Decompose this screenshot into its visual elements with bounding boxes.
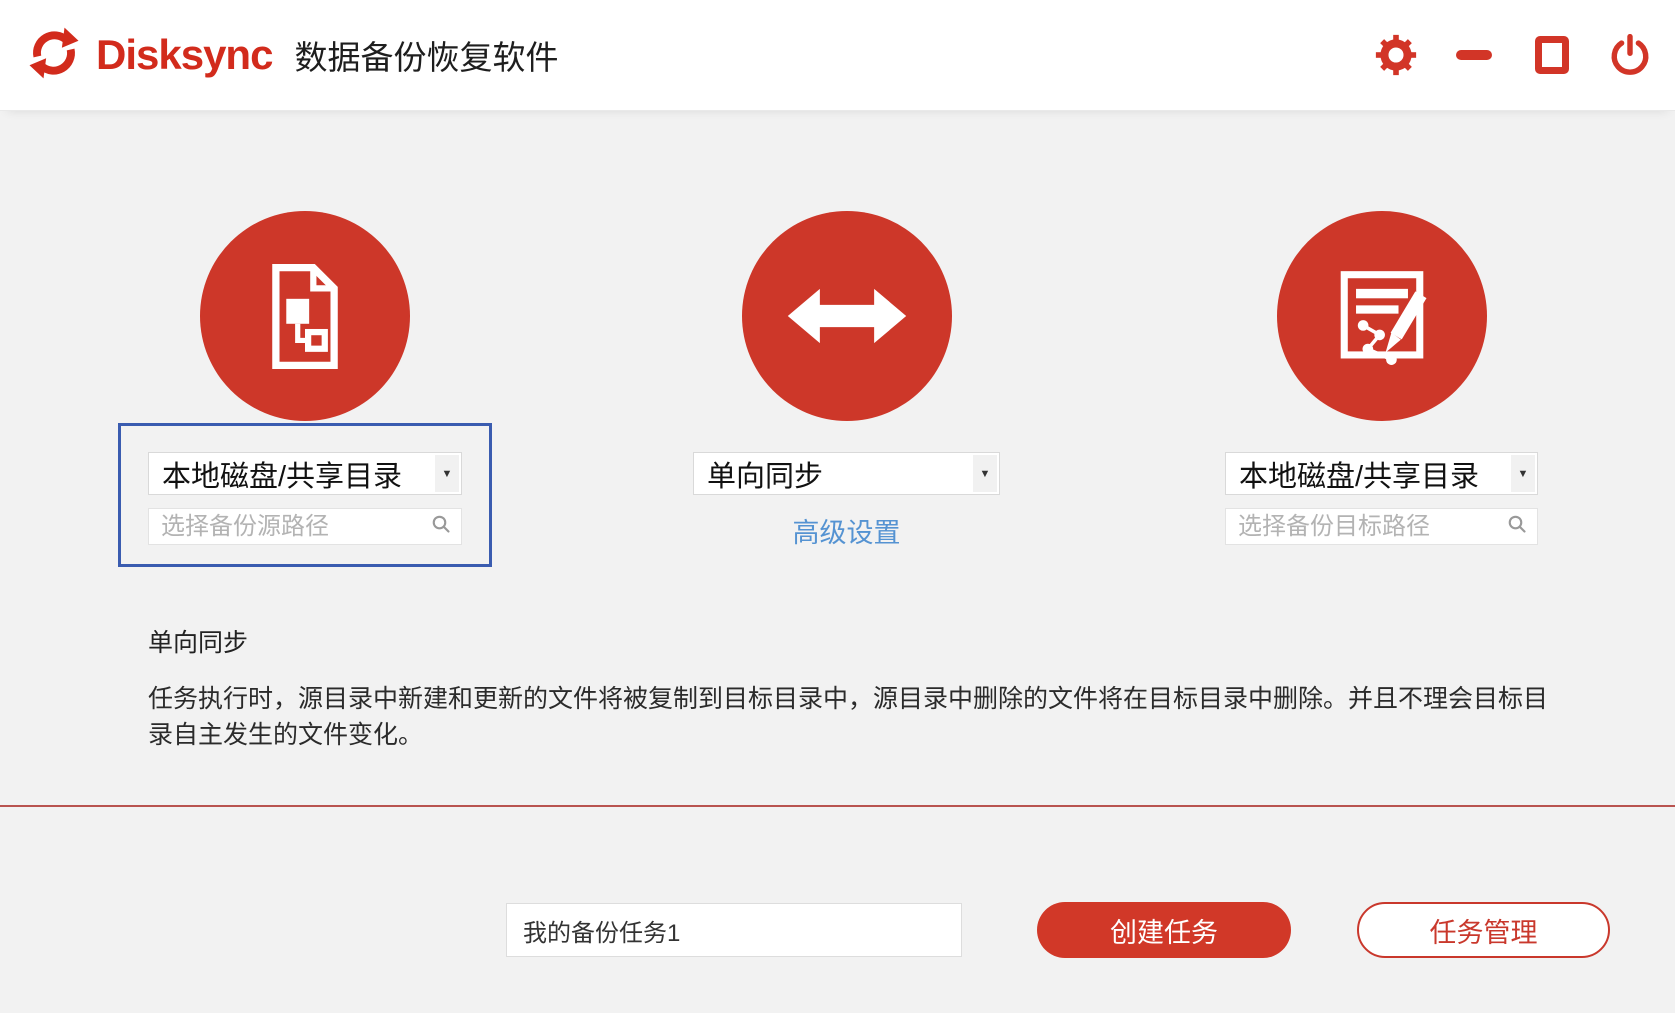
- minimize-bar: [1456, 50, 1492, 60]
- advanced-settings-row: 高级设置: [693, 511, 1000, 550]
- two-way-arrow-icon: [741, 211, 952, 421]
- advanced-settings-link[interactable]: 高级设置: [793, 518, 901, 548]
- source-type-dropdown[interactable]: 本地磁盘/共享目录 ▼: [148, 452, 462, 495]
- source-path-input[interactable]: [149, 512, 431, 541]
- red-divider: [0, 805, 1675, 807]
- source-fields-highlight-box: 本地磁盘/共享目录 ▼: [118, 423, 492, 567]
- footer-action-bar: 创建任务 任务管理: [506, 902, 1675, 958]
- source-column: 本地磁盘/共享目录 ▼: [118, 211, 492, 572]
- target-type-value: 本地磁盘/共享目录: [1239, 460, 1480, 493]
- source-document-icon: [200, 211, 410, 421]
- minimize-icon[interactable]: [1452, 33, 1496, 77]
- target-edit-report-icon: [1276, 211, 1487, 421]
- sync-mode-column: 单向同步 ▼ 高级设置: [663, 211, 1030, 572]
- title-bar: Disksync 数据备份恢复软件: [0, 0, 1675, 110]
- target-type-dropdown[interactable]: 本地磁盘/共享目录 ▼: [1225, 452, 1538, 495]
- target-path-box: [1225, 508, 1538, 545]
- disksync-window: Disksync 数据备份恢复软件 本地磁盘/共享目录 ▼ 选择备份源路径 单向…: [0, 0, 1675, 1013]
- sync-mode-value: 单向同步: [707, 460, 824, 493]
- target-path-input[interactable]: [1226, 512, 1507, 541]
- settings-gear-icon[interactable]: [1374, 33, 1418, 77]
- app-title: 数据备份恢复软件: [294, 39, 559, 76]
- target-column: 本地磁盘/共享目录 ▼: [1195, 211, 1568, 572]
- brand-name: Disksync: [96, 31, 273, 78]
- target-fields: 本地磁盘/共享目录 ▼: [1195, 423, 1568, 567]
- window-controls: [1374, 33, 1652, 77]
- dropdown-arrow-icon: ▼: [1511, 455, 1535, 492]
- search-icon[interactable]: [1507, 514, 1527, 539]
- create-task-button[interactable]: 创建任务: [1037, 902, 1291, 958]
- mode-info-heading: 单向同步: [148, 629, 249, 657]
- sync-logo-icon: [26, 25, 82, 86]
- search-icon[interactable]: [431, 514, 451, 539]
- manage-tasks-button[interactable]: 任务管理: [1357, 902, 1610, 958]
- task-setup-columns: 本地磁盘/共享目录 ▼ 选择备份源路径 单向同步 ▼ 高级设置 本地磁盘/共享目…: [118, 211, 1675, 572]
- dropdown-arrow-icon: ▼: [435, 455, 459, 492]
- mode-info-section: 单向同步 任务执行时，源目录中新建和更新的文件将被复制到目标目录中，源目录中删除…: [148, 623, 1675, 753]
- mode-info-description: 任务执行时，源目录中新建和更新的文件将被复制到目标目录中，源目录中删除的文件将在…: [148, 685, 1549, 749]
- maximize-icon[interactable]: [1530, 33, 1574, 77]
- source-path-box: [148, 508, 462, 545]
- dropdown-arrow-icon: ▼: [973, 455, 997, 492]
- sync-mode-fields: 单向同步 ▼ 高级设置: [663, 423, 1030, 572]
- power-close-icon[interactable]: [1608, 33, 1652, 77]
- source-type-value: 本地磁盘/共享目录: [162, 460, 403, 493]
- maximize-square: [1535, 36, 1569, 74]
- sync-mode-dropdown[interactable]: 单向同步 ▼: [693, 452, 1000, 495]
- task-name-input[interactable]: [506, 903, 962, 957]
